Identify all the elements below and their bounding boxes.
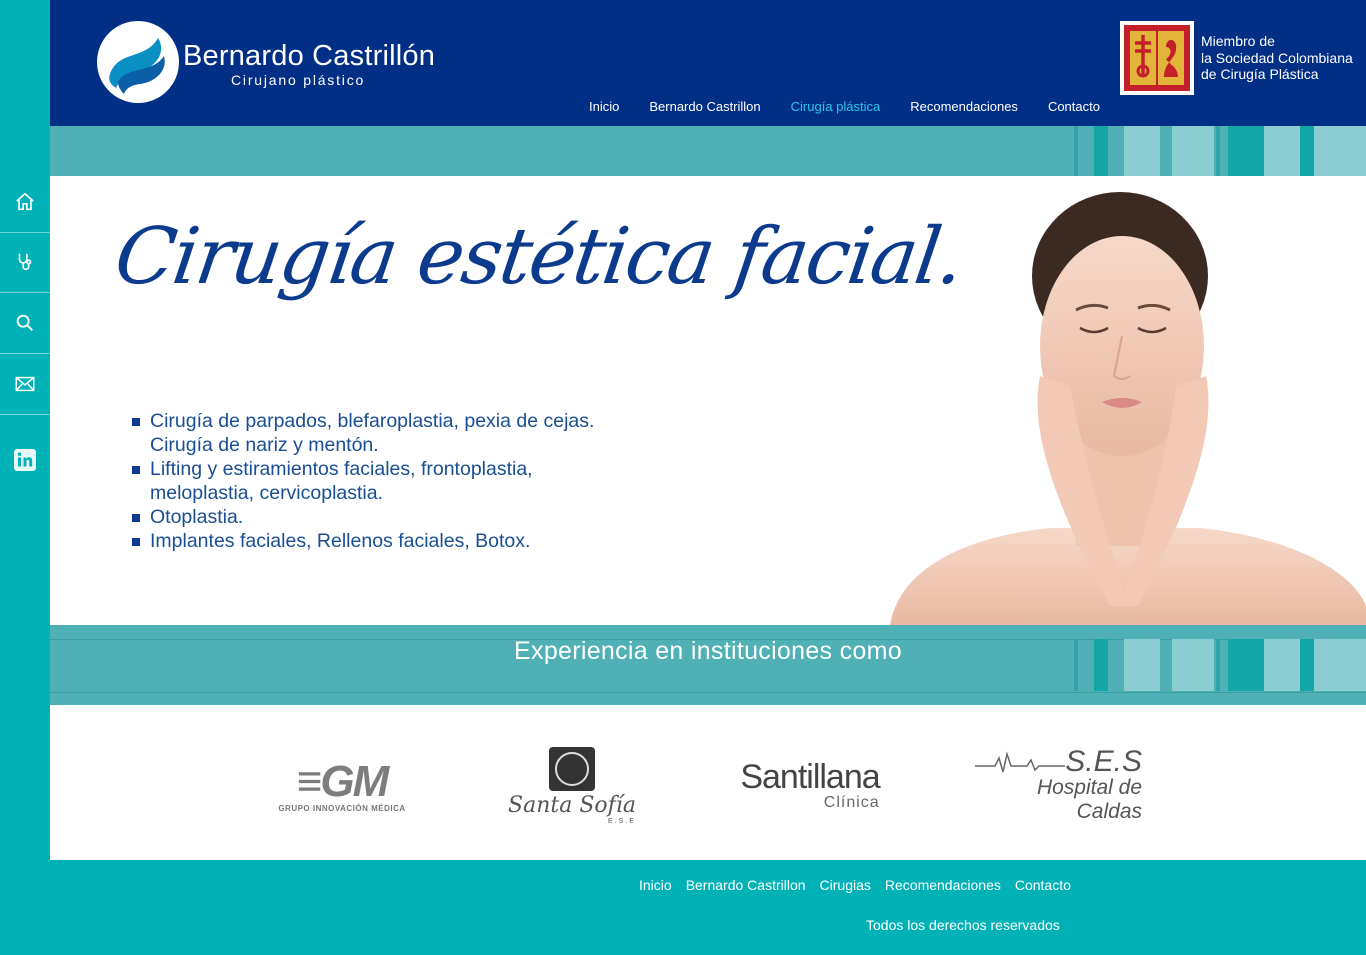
hero-model-image <box>890 192 1366 625</box>
brand-logo-icon[interactable] <box>96 20 180 104</box>
nav-bernardo-castrillon[interactable]: Bernardo Castrillon <box>649 99 760 114</box>
institution-logo-santa-sofia: Santa Sofía E.S.E <box>502 741 642 831</box>
hero-title: Cirugía estética facial. <box>109 212 968 302</box>
procedure-item: Otoplastia. <box>132 505 602 529</box>
side-icon-rail <box>0 0 50 955</box>
footer-nav-bernardo-castrillon[interactable]: Bernardo Castrillon <box>686 877 806 893</box>
band-stripes <box>1074 126 1366 176</box>
rail-search-button[interactable] <box>0 293 50 354</box>
stethoscope-icon <box>18 253 32 271</box>
rail-surgery-button[interactable] <box>0 232 50 293</box>
procedure-item: Cirugía de parpados, blefaroplastia, pex… <box>132 409 602 457</box>
hero-section: Cirugía estética facial. Cirugía de parp… <box>50 176 1366 625</box>
society-crest-icon <box>1120 21 1194 95</box>
institution-mark: Santillana <box>740 758 880 796</box>
main-nav: Inicio Bernardo Castrillon Cirugía plást… <box>589 99 1130 114</box>
procedure-item: Implantes faciales, Rellenos faciales, B… <box>132 529 602 553</box>
institution-logos: ≡GM GRUPO INNOVACIÓN MÉDICA Santa Sofía … <box>50 705 1366 860</box>
footer-nav-inicio[interactable]: Inicio <box>639 877 672 893</box>
institution-caption: E.S.E <box>608 818 636 825</box>
institution-logo-santillana: Santillana Clínica <box>735 741 885 831</box>
institution-caption: Clínica <box>823 794 880 811</box>
heartbeat-icon <box>975 751 1066 773</box>
top-decorative-band <box>50 126 1366 176</box>
institution-caption: Hospital de Caldas <box>1036 776 1142 823</box>
institution-mark: S.E.S <box>1065 745 1142 778</box>
footer-nav: Inicio Bernardo Castrillon Cirugias Reco… <box>639 877 1085 893</box>
brand-subtitle: Cirujano plástico <box>231 72 366 88</box>
society-line-2: la Sociedad Colombiana <box>1201 49 1353 66</box>
society-line-1: Miembro de <box>1201 33 1275 49</box>
procedure-item: Lifting y estiramientos faciales, fronto… <box>132 457 602 505</box>
procedure-list: Cirugía de parpados, blefaroplastia, pex… <box>132 409 602 553</box>
institution-mark: GM <box>320 756 389 806</box>
footer-nav-cirugias[interactable]: Cirugias <box>820 877 871 893</box>
rail-linkedin-button[interactable] <box>0 430 50 490</box>
footer-nav-recomendaciones[interactable]: Recomendaciones <box>885 877 1001 893</box>
institution-mark: Santa Sofía <box>508 793 636 818</box>
copyright-text: Todos los derechos reservados <box>866 917 1060 933</box>
search-icon <box>16 314 33 331</box>
rail-home-button[interactable] <box>0 172 50 233</box>
home-icon <box>16 192 34 211</box>
rail-mail-button[interactable] <box>0 354 50 415</box>
nav-recomendaciones[interactable]: Recomendaciones <box>910 99 1018 114</box>
institution-logo-gim: ≡GM GRUPO INNOVACIÓN MÉDICA <box>278 756 406 813</box>
mail-icon <box>15 376 35 392</box>
footer-nav-contacto[interactable]: Contacto <box>1015 877 1071 893</box>
society-membership-text: Miembro de la Sociedad Colombiana de Cir… <box>1201 33 1353 83</box>
santa-sofia-emblem-icon <box>548 747 595 791</box>
nav-inicio[interactable]: Inicio <box>589 99 619 114</box>
experience-band: Experiencia en instituciones como <box>50 625 1366 705</box>
brand-name[interactable]: Bernardo Castrillón <box>183 40 435 73</box>
nav-contacto[interactable]: Contacto <box>1048 99 1100 114</box>
society-line-3: de Cirugía Plástica <box>1201 66 1319 82</box>
institution-caption: GRUPO INNOVACIÓN MÉDICA <box>278 803 406 813</box>
site-header: Bernardo Castrillón Cirujano plástico In… <box>50 0 1366 126</box>
experience-title: Experiencia en instituciones como <box>514 637 902 665</box>
linkedin-icon <box>14 449 36 471</box>
institution-logo-ses: S.E.S Hospital de Caldas <box>972 741 1142 831</box>
nav-cirugia-plastica[interactable]: Cirugía plástica <box>791 99 881 114</box>
